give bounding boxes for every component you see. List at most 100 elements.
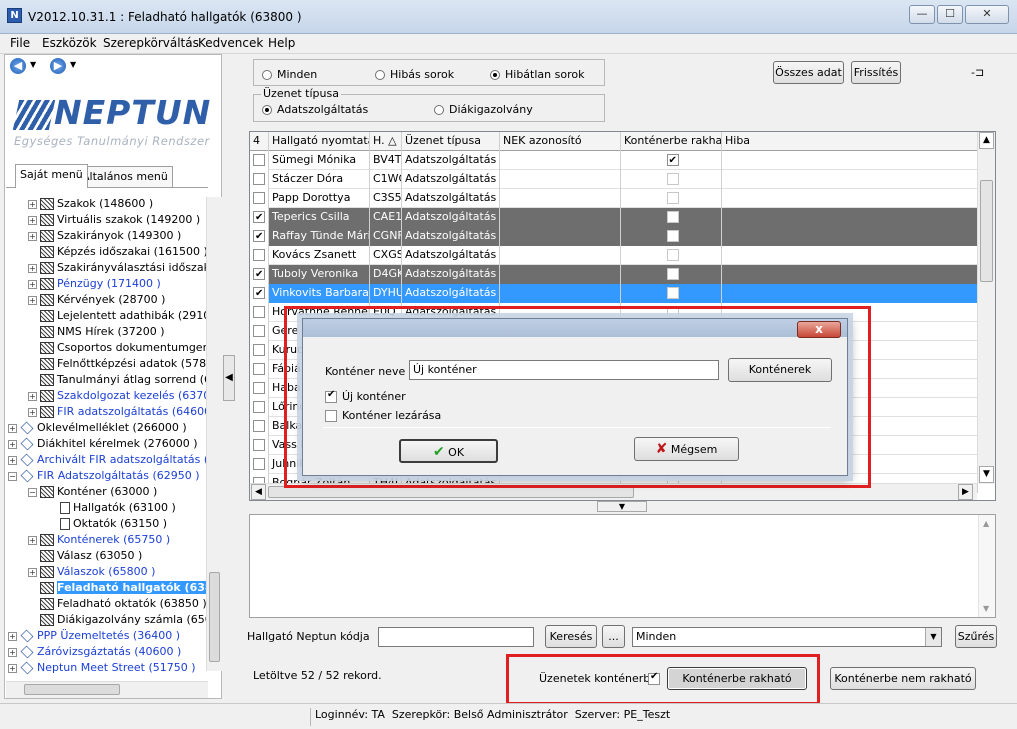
filter-valid-rows-radio[interactable]: Hibátlan sorok bbox=[490, 68, 584, 81]
filter-all-radio[interactable]: Minden bbox=[262, 68, 317, 81]
table-row[interactable]: Raffay Tünde MáriaCGNFAdatszolgáltatás bbox=[250, 227, 978, 246]
menu-role-switch[interactable]: Szerepkörváltás bbox=[103, 36, 199, 50]
tree-item[interactable]: + Konténerek (65750 ) bbox=[28, 532, 170, 548]
table-row[interactable]: Teperics CsillaCAE1Adatszolgáltatás bbox=[250, 208, 978, 227]
row-checkbox[interactable] bbox=[250, 322, 269, 341]
tree-item[interactable]: Lejelentett adathibák (29100 bbox=[28, 308, 208, 324]
expand-icon[interactable]: + bbox=[28, 199, 37, 209]
search-button[interactable]: Keresés bbox=[545, 625, 597, 648]
column-header[interactable]: NEK azonosító bbox=[500, 132, 621, 151]
tree-item[interactable]: Képzés időszakai (161500 ) bbox=[28, 244, 208, 260]
expand-icon[interactable]: + bbox=[28, 279, 37, 289]
expand-icon[interactable]: + bbox=[8, 631, 17, 641]
column-header[interactable]: Hallgató nyomtatá... bbox=[269, 132, 370, 151]
row-checkbox[interactable] bbox=[250, 170, 269, 189]
container-name-input[interactable]: Új konténer bbox=[409, 360, 719, 380]
row-checkbox[interactable] bbox=[250, 265, 269, 284]
expand-icon[interactable]: + bbox=[8, 647, 17, 657]
tree-item[interactable]: + Archivált FIR adatszolgáltatás (14 bbox=[8, 452, 208, 468]
put-in-container-button[interactable]: Konténerbe rakható bbox=[667, 667, 807, 690]
tree-item[interactable]: NMS Hírek (37200 ) bbox=[28, 324, 165, 340]
container-eligible-checkbox[interactable] bbox=[621, 246, 722, 265]
collapse-icon[interactable]: − bbox=[28, 487, 37, 497]
splitter-down-icon[interactable]: ▼ bbox=[597, 501, 647, 512]
tree-item[interactable]: + FIR adatszolgáltatás (64600 ) bbox=[28, 404, 208, 420]
tab-own-menu[interactable]: Saját menü bbox=[15, 164, 88, 188]
tree-item[interactable]: + Szakirányok (149300 ) bbox=[28, 228, 181, 244]
table-row[interactable]: Vinkovits BarbaraDYHUAdatszolgáltatás bbox=[250, 284, 978, 303]
pin-icon[interactable]: -⊐ bbox=[971, 66, 984, 79]
table-row[interactable]: Stáczer DóraC1WCAdatszolgáltatás bbox=[250, 170, 978, 189]
expand-icon[interactable]: + bbox=[28, 215, 37, 225]
ok-button[interactable]: ✔ OK bbox=[399, 439, 498, 463]
container-eligible-checkbox[interactable] bbox=[621, 208, 722, 227]
messages-to-container-checkbox[interactable] bbox=[648, 671, 660, 685]
close-icon[interactable]: x bbox=[797, 321, 841, 338]
row-checkbox[interactable] bbox=[250, 436, 269, 455]
container-eligible-checkbox[interactable] bbox=[621, 284, 722, 303]
forward-dropdown-icon[interactable]: ▼ bbox=[70, 60, 76, 69]
not-put-in-container-button[interactable]: Konténerbe nem rakható bbox=[830, 667, 976, 690]
tree-item[interactable]: + Kérvények (28700 ) bbox=[28, 292, 165, 308]
tree-horizontal-scrollbar[interactable] bbox=[6, 681, 208, 698]
expand-icon[interactable]: + bbox=[28, 263, 37, 273]
tree-item[interactable]: Válasz (63050 ) bbox=[28, 548, 142, 564]
table-row[interactable]: Tuboly VeronikaD4GKAdatszolgáltatás bbox=[250, 265, 978, 284]
column-header[interactable]: Hiba bbox=[722, 132, 978, 151]
row-checkbox[interactable] bbox=[250, 227, 269, 246]
row-checkbox[interactable] bbox=[250, 303, 269, 322]
expand-icon[interactable]: + bbox=[28, 407, 37, 417]
column-header[interactable]: Konténerbe rakható bbox=[621, 132, 722, 151]
msg-type-student-card-radio[interactable]: Diákigazolvány bbox=[434, 103, 533, 116]
tree-item[interactable]: + Szakdolgozat kezelés (63700 bbox=[28, 388, 208, 404]
refresh-button[interactable]: Frissítés bbox=[851, 61, 901, 84]
filter-button[interactable]: Szűrés bbox=[955, 625, 997, 648]
expand-icon[interactable]: + bbox=[28, 391, 37, 401]
neptun-code-input[interactable] bbox=[378, 627, 534, 647]
ellipsis-button[interactable]: ... bbox=[602, 625, 625, 648]
row-checkbox[interactable] bbox=[250, 455, 269, 474]
back-dropdown-icon[interactable]: ▼ bbox=[30, 60, 36, 69]
tree-item[interactable]: + Szakirányválasztási időszakok bbox=[28, 260, 208, 276]
close-window-button[interactable]: ✕ bbox=[965, 5, 1009, 24]
menu-tools[interactable]: Eszközök bbox=[42, 36, 97, 50]
tree-item[interactable]: Diákigazolvány számla (65000 bbox=[28, 612, 208, 628]
all-data-button[interactable]: Összes adat bbox=[773, 61, 844, 84]
row-checkbox[interactable] bbox=[250, 341, 269, 360]
tree-item[interactable]: + Záróvizsgáztatás (40600 ) bbox=[8, 644, 181, 660]
new-container-checkbox[interactable]: Új konténer bbox=[325, 389, 406, 403]
tree-item[interactable]: + Neptun Meet Street (51750 ) bbox=[8, 660, 196, 676]
container-eligible-checkbox[interactable] bbox=[621, 189, 722, 208]
menu-file[interactable]: File bbox=[10, 36, 30, 50]
tree-item[interactable]: Tanulmányi átlag sorrend (614 bbox=[28, 372, 208, 388]
tree-item[interactable]: Hallgatók (63100 ) bbox=[48, 500, 176, 516]
collapse-panel-icon[interactable]: ◀ bbox=[223, 355, 235, 401]
grid-corner-cell[interactable]: 4 bbox=[250, 132, 269, 151]
back-icon[interactable]: ◀ bbox=[10, 58, 26, 74]
forward-icon[interactable]: ▶ bbox=[50, 58, 66, 74]
row-checkbox[interactable] bbox=[250, 208, 269, 227]
row-checkbox[interactable] bbox=[250, 379, 269, 398]
expand-icon[interactable]: + bbox=[28, 231, 37, 241]
menu-favorites[interactable]: Kedvencek bbox=[198, 36, 263, 50]
tree-item[interactable]: + Válaszok (65800 ) bbox=[28, 564, 155, 580]
row-checkbox[interactable] bbox=[250, 246, 269, 265]
expand-icon[interactable]: + bbox=[8, 663, 17, 673]
expand-icon[interactable]: + bbox=[8, 455, 17, 465]
container-eligible-checkbox[interactable] bbox=[621, 227, 722, 246]
table-row[interactable]: Sümegi Mónika BV4T Adatszolgáltatás bbox=[250, 151, 978, 170]
tree-item[interactable]: Felnőttképzési adatok (57800 bbox=[28, 356, 208, 372]
tree-item[interactable]: Feladható oktatók (63850 ) bbox=[28, 596, 207, 612]
expand-icon[interactable]: + bbox=[28, 567, 37, 577]
msg-type-data-service-radio[interactable]: Adatszolgáltatás bbox=[262, 103, 368, 116]
menu-help[interactable]: Help bbox=[268, 36, 295, 50]
table-row[interactable]: Papp Dorottya C3S5 Adatszolgáltatás bbox=[250, 189, 978, 208]
tree-item[interactable]: Csoportos dokumentumgenerá bbox=[28, 340, 208, 356]
tree-item[interactable]: + Szakok (148600 ) bbox=[28, 196, 153, 212]
tree-item[interactable]: Feladható hallgatók (6380 bbox=[28, 580, 208, 596]
expand-icon[interactable]: + bbox=[8, 439, 17, 449]
tree-item[interactable]: + PPP Üzemeltetés (36400 ) bbox=[8, 628, 180, 644]
containers-button[interactable]: Konténerek bbox=[728, 358, 832, 382]
tree-item[interactable]: + Oklevélmelléklet (266000 ) bbox=[8, 420, 187, 436]
tree-item[interactable]: Oktatók (63150 ) bbox=[48, 516, 167, 532]
